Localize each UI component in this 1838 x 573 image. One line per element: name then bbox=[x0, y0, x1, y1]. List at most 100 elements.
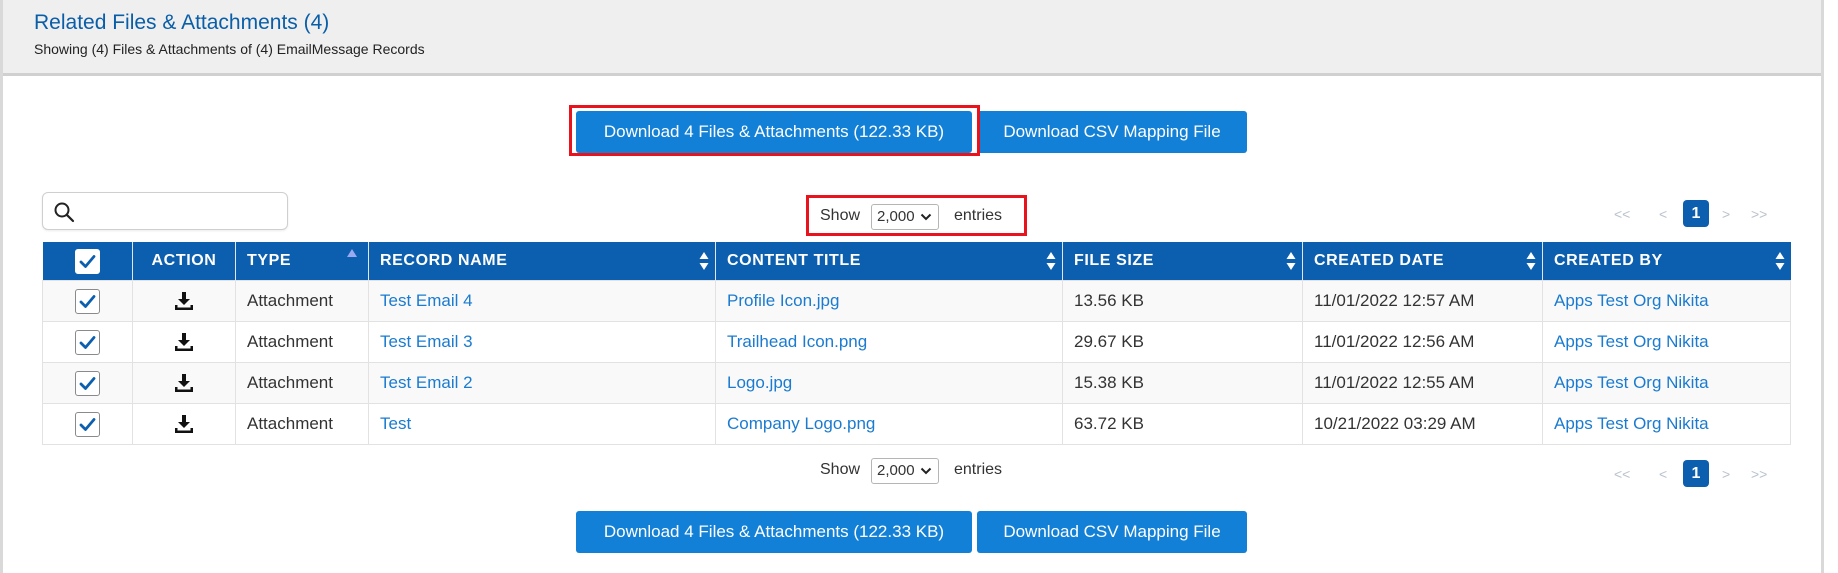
sort-icon bbox=[1526, 252, 1536, 270]
cell-type: Attachment bbox=[235, 362, 369, 404]
download-icon[interactable] bbox=[173, 413, 195, 435]
show-label: Show bbox=[820, 461, 861, 478]
content-title-link[interactable]: Company Logo.png bbox=[727, 414, 875, 433]
sort-icon bbox=[699, 252, 709, 270]
check-icon bbox=[79, 417, 96, 431]
download-icon[interactable] bbox=[173, 290, 195, 312]
cell-file-size: 15.38 KB bbox=[1062, 362, 1303, 404]
record-name-link[interactable]: Test Email 2 bbox=[380, 373, 473, 392]
col-header-created-by[interactable]: CREATED BY bbox=[1542, 242, 1791, 281]
col-header-type-label: TYPE bbox=[247, 252, 292, 269]
col-header-record-name[interactable]: RECORD NAME bbox=[368, 242, 716, 281]
panel-header: Related Files & Attachments (4) Showing … bbox=[3, 0, 1821, 76]
download-files-button[interactable]: Download 4 Files & Attachments (122.33 K… bbox=[576, 511, 972, 553]
table-row: Attachment Test Email 3 Trailhead Icon.p… bbox=[42, 321, 1791, 363]
check-icon bbox=[79, 254, 96, 268]
row-select-cell[interactable] bbox=[42, 403, 133, 445]
pagination-bottom: << < 1 > >> bbox=[1614, 460, 1784, 490]
row-action-cell bbox=[132, 362, 236, 404]
last-page-link[interactable]: >> bbox=[1751, 206, 1767, 222]
next-page-link[interactable]: > bbox=[1722, 466, 1730, 482]
pagination-top: << < 1 > >> bbox=[1614, 200, 1784, 230]
content-title-link[interactable]: Logo.jpg bbox=[727, 373, 792, 392]
cell-created-date: 11/01/2022 12:57 AM bbox=[1302, 280, 1543, 322]
download-icon[interactable] bbox=[173, 372, 195, 394]
chevron-down-icon bbox=[920, 467, 932, 475]
length-control-bottom: Show 2,000 entries bbox=[820, 458, 1020, 484]
col-header-file-size[interactable]: FILE SIZE bbox=[1062, 242, 1303, 281]
created-by-link[interactable]: Apps Test Org Nikita bbox=[1554, 332, 1709, 351]
col-header-content-title[interactable]: CONTENT TITLE bbox=[715, 242, 1063, 281]
top-button-row: Download 4 Files & Attachments (122.33 K… bbox=[0, 111, 1838, 155]
bottom-button-row: Download 4 Files & Attachments (122.33 K… bbox=[0, 511, 1838, 555]
row-checkbox[interactable] bbox=[75, 329, 100, 355]
created-by-link[interactable]: Apps Test Org Nikita bbox=[1554, 291, 1709, 310]
sort-asc-icon bbox=[347, 249, 357, 257]
last-page-link[interactable]: >> bbox=[1751, 466, 1767, 482]
record-name-link[interactable]: Test Email 3 bbox=[380, 332, 473, 351]
check-icon bbox=[79, 294, 96, 308]
row-select-cell[interactable] bbox=[42, 280, 133, 322]
entries-select[interactable]: 2,000 bbox=[871, 204, 939, 230]
created-by-link[interactable]: Apps Test Org Nikita bbox=[1554, 414, 1709, 433]
next-page-link[interactable]: > bbox=[1722, 206, 1730, 222]
current-page-button[interactable]: 1 bbox=[1683, 200, 1709, 227]
table-row: Attachment Test Company Logo.png 63.72 K… bbox=[42, 403, 1791, 445]
col-header-type[interactable]: TYPE bbox=[235, 242, 369, 281]
cell-file-size: 63.72 KB bbox=[1062, 403, 1303, 445]
cell-content-title: Profile Icon.jpg bbox=[715, 280, 1063, 322]
table-header-row: ACTION TYPE RECORD NAME CONTENT TITLE FI… bbox=[42, 242, 1791, 281]
record-name-link[interactable]: Test Email 4 bbox=[380, 291, 473, 310]
page-title: Related Files & Attachments (4) bbox=[34, 11, 330, 34]
content-title-link[interactable]: Profile Icon.jpg bbox=[727, 291, 839, 310]
length-control-top: Show 2,000 entries bbox=[820, 204, 1020, 230]
row-checkbox[interactable] bbox=[75, 288, 100, 314]
sort-icon bbox=[1286, 252, 1296, 270]
entries-select-value: 2,000 bbox=[877, 208, 915, 225]
entries-select[interactable]: 2,000 bbox=[871, 458, 939, 484]
row-checkbox[interactable] bbox=[75, 411, 100, 437]
cell-record-name: Test Email 3 bbox=[368, 321, 716, 363]
search-input[interactable] bbox=[83, 197, 283, 227]
cell-created-by: Apps Test Org Nikita bbox=[1542, 280, 1791, 322]
search-field[interactable] bbox=[42, 192, 288, 230]
col-header-content-title-label: CONTENT TITLE bbox=[727, 252, 862, 269]
prev-page-link[interactable]: < bbox=[1659, 206, 1667, 222]
download-csv-button[interactable]: Download CSV Mapping File bbox=[977, 111, 1247, 153]
cell-created-by: Apps Test Org Nikita bbox=[1542, 321, 1791, 363]
cell-type: Attachment bbox=[235, 280, 369, 322]
created-by-link[interactable]: Apps Test Org Nikita bbox=[1554, 373, 1709, 392]
select-all-header[interactable] bbox=[42, 242, 133, 281]
row-action-cell bbox=[132, 403, 236, 445]
cell-type: Attachment bbox=[235, 321, 369, 363]
cell-created-date: 11/01/2022 12:56 AM bbox=[1302, 321, 1543, 363]
select-all-checkbox[interactable] bbox=[74, 248, 100, 274]
cell-file-size: 13.56 KB bbox=[1062, 280, 1303, 322]
row-select-cell[interactable] bbox=[42, 362, 133, 404]
download-csv-button[interactable]: Download CSV Mapping File bbox=[977, 511, 1247, 553]
cell-record-name: Test Email 2 bbox=[368, 362, 716, 404]
chevron-down-icon bbox=[920, 213, 932, 221]
row-checkbox[interactable] bbox=[75, 370, 100, 396]
download-files-button[interactable]: Download 4 Files & Attachments (122.33 K… bbox=[576, 111, 972, 153]
search-icon bbox=[54, 202, 75, 223]
page-subtitle: Showing (4) Files & Attachments of (4) E… bbox=[34, 41, 425, 57]
first-page-link[interactable]: << bbox=[1614, 206, 1630, 222]
files-table: ACTION TYPE RECORD NAME CONTENT TITLE FI… bbox=[42, 242, 1791, 445]
table-row: Attachment Test Email 2 Logo.jpg 15.38 K… bbox=[42, 362, 1791, 404]
prev-page-link[interactable]: < bbox=[1659, 466, 1667, 482]
check-icon bbox=[79, 335, 96, 349]
download-icon[interactable] bbox=[173, 331, 195, 353]
entries-label: entries bbox=[954, 207, 1003, 224]
row-action-cell bbox=[132, 280, 236, 322]
col-header-created-date[interactable]: CREATED DATE bbox=[1302, 242, 1543, 281]
content-title-link[interactable]: Trailhead Icon.png bbox=[727, 332, 867, 351]
current-page-button[interactable]: 1 bbox=[1683, 460, 1709, 487]
col-header-file-size-label: FILE SIZE bbox=[1074, 252, 1155, 269]
cell-content-title: Company Logo.png bbox=[715, 403, 1063, 445]
first-page-link[interactable]: << bbox=[1614, 466, 1630, 482]
entries-label: entries bbox=[954, 461, 1003, 478]
entries-select-value: 2,000 bbox=[877, 462, 915, 479]
row-select-cell[interactable] bbox=[42, 321, 133, 363]
record-name-link[interactable]: Test bbox=[380, 414, 411, 433]
